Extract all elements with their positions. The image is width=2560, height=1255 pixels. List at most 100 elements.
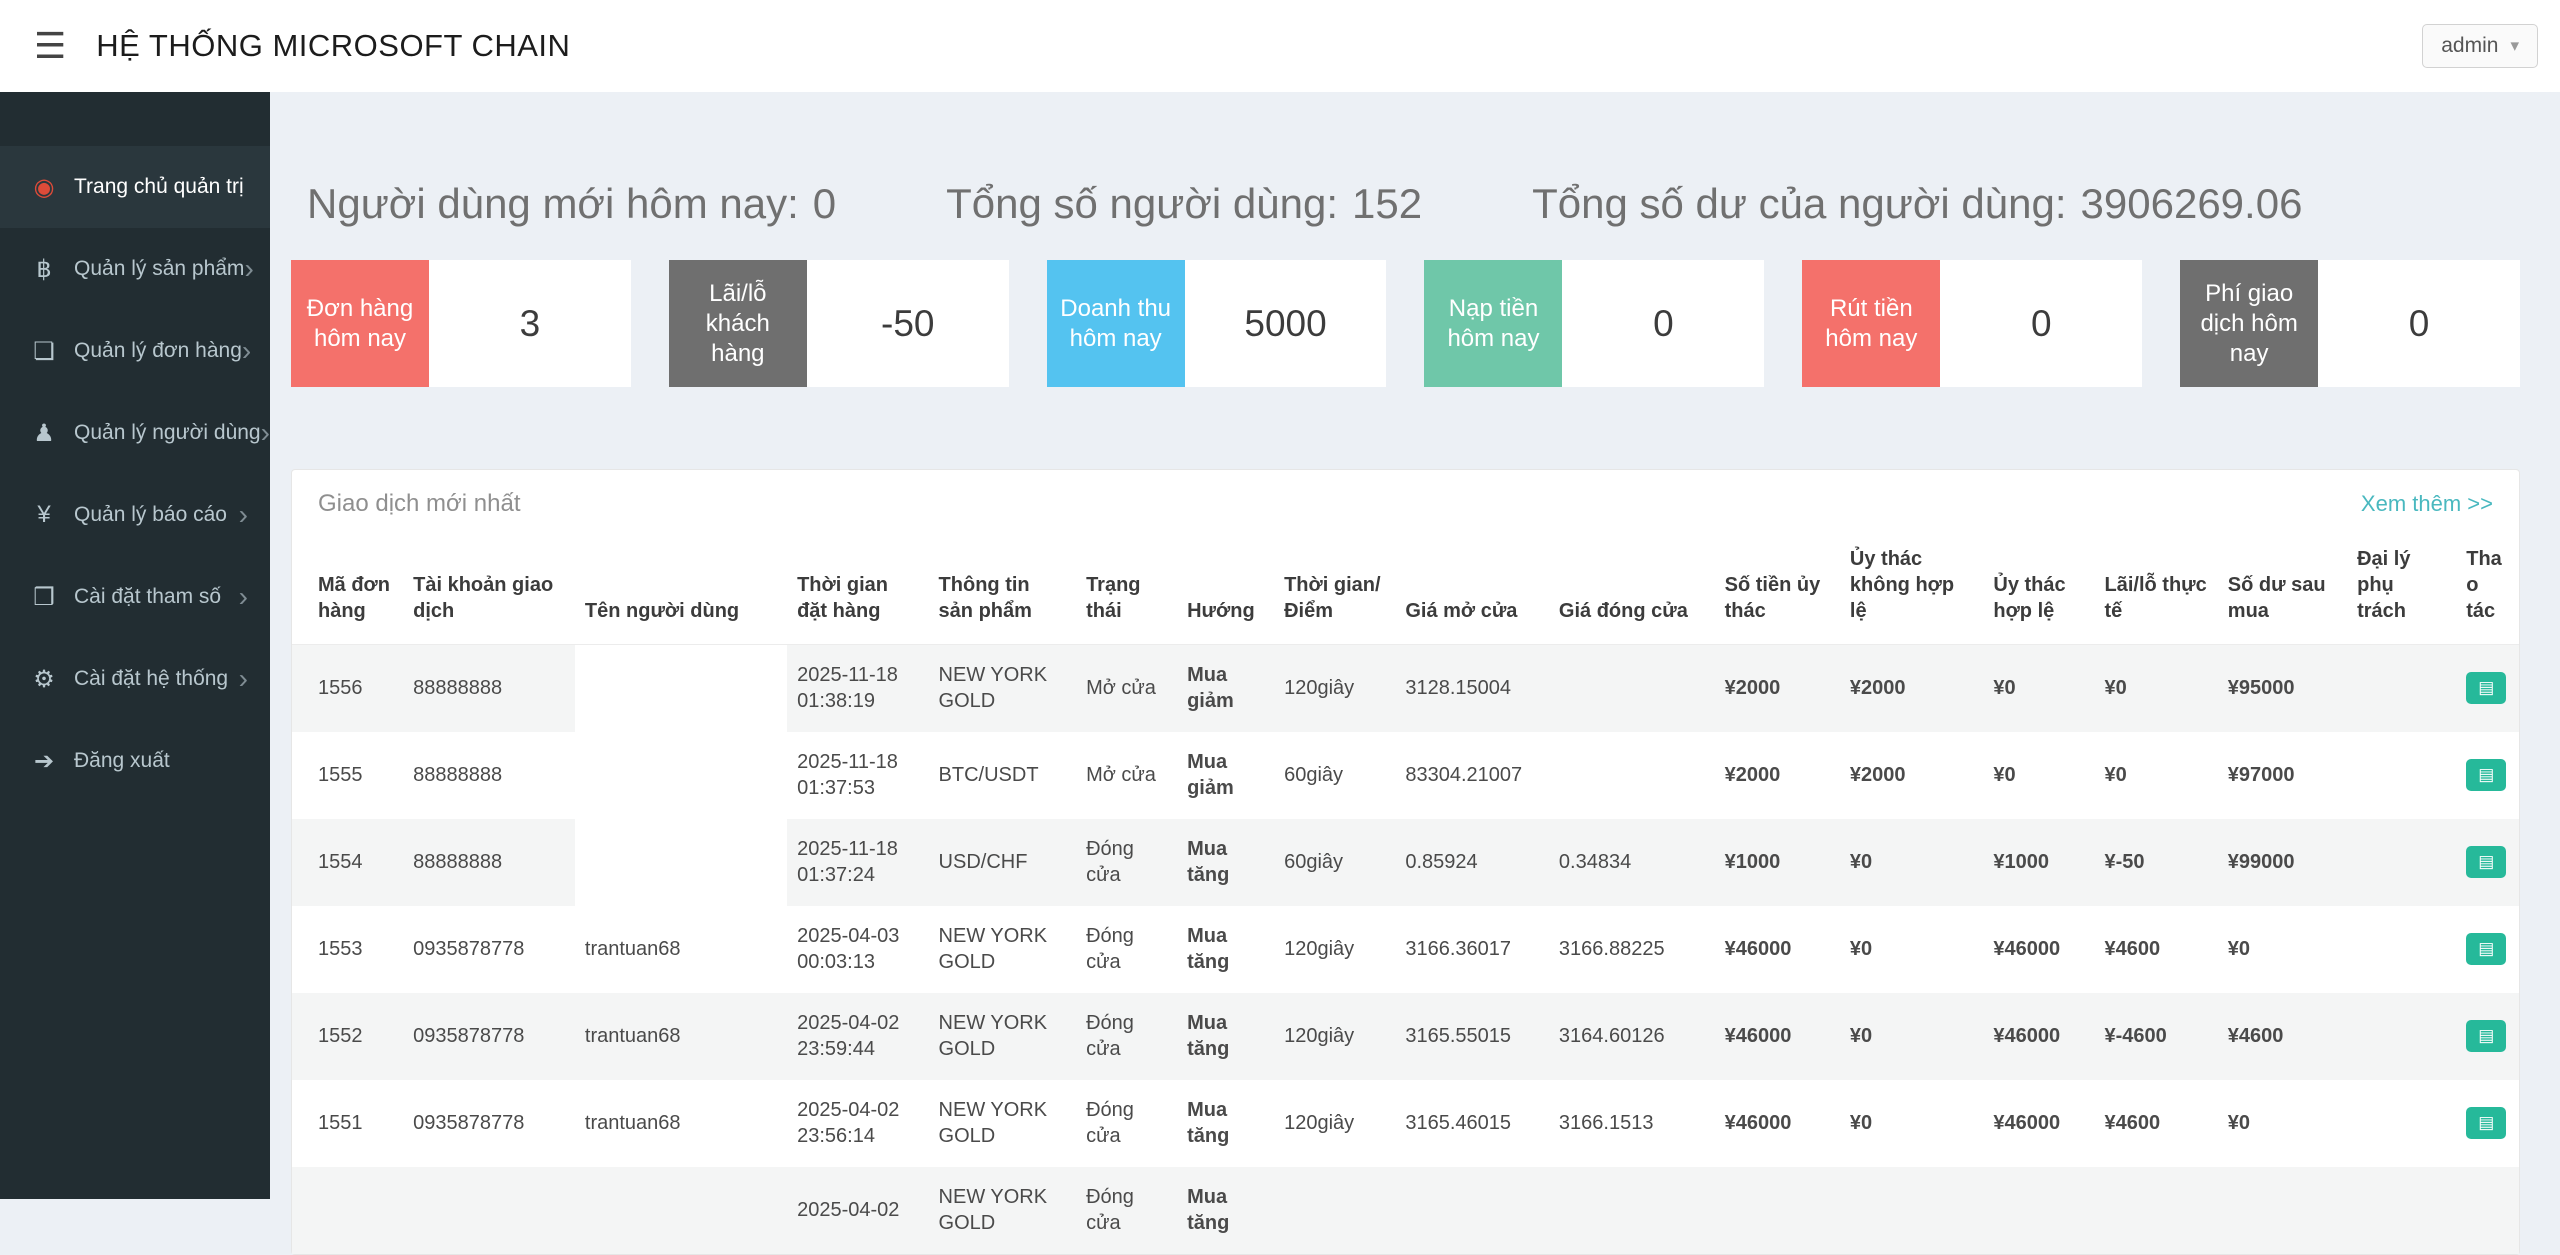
chevron-right-icon: › (239, 501, 248, 529)
sidebar-item-products[interactable]: ฿Quản lý sản phẩm› (0, 228, 270, 310)
view-order-button[interactable]: ▤ (2466, 1020, 2506, 1052)
cell-agent (2347, 906, 2456, 993)
transaction-row: 1555888888882025-11-18 01:37:53BTC/USDTM… (292, 732, 2519, 819)
cell-actions: ▤ (2456, 645, 2519, 732)
dashboard-icon: ◉ (26, 173, 62, 202)
sidebar-item-label: Trang chủ quản trị (74, 175, 244, 199)
stat-card-value: -50 (807, 260, 1009, 387)
sidebar-item-reports[interactable]: ¥Quản lý báo cáo› (0, 474, 270, 556)
cell-entrusted_invalid (1840, 1167, 1983, 1254)
cell-entrusted_valid: ¥46000 (1983, 906, 2094, 993)
cell-entrusted_valid: ¥46000 (1983, 1080, 2094, 1167)
column-header: Số dư sau mua (2218, 534, 2347, 645)
cell-entrusted_invalid: ¥0 (1840, 1080, 1983, 1167)
stat-card-value: 3 (429, 260, 631, 387)
cell-username (575, 1167, 787, 1254)
view-order-button[interactable]: ▤ (2466, 846, 2506, 878)
app-title: HỆ THỐNG MICROSOFT CHAIN (96, 28, 570, 64)
cell-direction: Mua giảm (1177, 732, 1274, 819)
cell-balance_after: ¥95000 (2218, 645, 2347, 732)
cell-open_price: 3128.15004 (1395, 645, 1549, 732)
cell-status: Đóng cửa (1076, 1167, 1177, 1254)
cell-entrusted_valid (1983, 1167, 2094, 1254)
stat-card-value: 0 (1940, 260, 2142, 387)
cell-entrusted: ¥46000 (1715, 993, 1840, 1080)
cell-entrusted_invalid: ¥0 (1840, 819, 1983, 906)
sidebar-item-users[interactable]: ♟Quản lý người dùng› (0, 392, 270, 474)
sidebar-item-label: Quản lý đơn hàng (74, 339, 242, 363)
sidebar-item-label: Cài đặt tham số (74, 585, 221, 609)
stat-card: Đơn hàng hôm nay3 (291, 260, 631, 387)
cell-status: Đóng cửa (1076, 993, 1177, 1080)
cell-time: 2025-11-18 01:37:24 (787, 819, 928, 906)
view-order-button[interactable]: ▤ (2466, 933, 2506, 965)
cell-order_id: 1554 (292, 819, 403, 906)
cell-agent (2347, 1167, 2456, 1254)
cell-close_price (1549, 1167, 1715, 1254)
stat-card-label: Đơn hàng hôm nay (291, 260, 429, 387)
cell-time: 2025-04-02 (787, 1167, 928, 1254)
column-header: Thời gian đặt hàng (787, 534, 928, 645)
column-header: Trạng thái (1076, 534, 1177, 645)
sidebar-item-logout[interactable]: ➔Đăng xuất (0, 720, 270, 802)
summary-stat: Người dùng mới hôm nay:0 (307, 180, 836, 228)
cell-product: BTC/USDT (929, 732, 1077, 819)
menu-toggle-icon[interactable]: ☰ (34, 25, 66, 67)
cell-close_price: 3166.1513 (1549, 1080, 1715, 1167)
cell-account: 88888888 (403, 645, 575, 732)
stat-card-label: Lãi/lỗ khách hàng (669, 260, 807, 387)
transaction-row: 15520935878778trantuan682025-04-02 23:59… (292, 993, 2519, 1080)
cell-actions: ▤ (2456, 993, 2519, 1080)
cell-close_price (1549, 645, 1715, 732)
cell-order_id: 1555 (292, 732, 403, 819)
sidebar-item-label: Quản lý người dùng (74, 421, 261, 445)
sidebar-item-orders[interactable]: ❏Quản lý đơn hàng› (0, 310, 270, 392)
cell-open_price: 3165.46015 (1395, 1080, 1549, 1167)
cell-entrusted_valid: ¥0 (1983, 732, 2094, 819)
cell-time: 2025-11-18 01:37:53 (787, 732, 928, 819)
cell-username (575, 819, 787, 906)
cell-entrusted_valid: ¥46000 (1983, 993, 2094, 1080)
panel-title: Giao dịch mới nhất (318, 490, 521, 518)
stat-card-label: Doanh thu hôm nay (1047, 260, 1185, 387)
cell-duration: 120giây (1274, 1080, 1395, 1167)
cell-product: NEW YORK GOLD (929, 1167, 1077, 1254)
cell-order_id: 1556 (292, 645, 403, 732)
cell-close_price (1549, 732, 1715, 819)
stat-card: Rút tiền hôm nay0 (1802, 260, 2142, 387)
cell-order_id: 1551 (292, 1080, 403, 1167)
sidebar-item-system[interactable]: ⚙Cài đặt hệ thống› (0, 638, 270, 720)
column-header: Lãi/lỗ thực tế (2095, 534, 2218, 645)
view-order-button[interactable]: ▤ (2466, 1107, 2506, 1139)
cell-username: trantuan68 (575, 1080, 787, 1167)
column-header: Tài khoản giao dịch (403, 534, 575, 645)
orders-icon: ❏ (26, 337, 62, 366)
cell-open_price: 3165.55015 (1395, 993, 1549, 1080)
cell-duration: 60giây (1274, 732, 1395, 819)
column-header: Ủy thác không hợp lệ (1840, 534, 1983, 645)
view-more-link[interactable]: Xem thêm >> (2361, 491, 2493, 517)
top-header: ☰ HỆ THỐNG MICROSOFT CHAIN admin ▾ (0, 0, 2560, 92)
user-menu[interactable]: admin ▾ (2422, 24, 2538, 68)
user-menu-label: admin (2441, 34, 2498, 58)
cell-direction: Mua tăng (1177, 1167, 1274, 1254)
report-icon: ¥ (26, 501, 62, 529)
cell-profit_loss: ¥-50 (2095, 819, 2218, 906)
sidebar-item-parameters[interactable]: ❒Cài đặt tham số› (0, 556, 270, 638)
view-order-button[interactable]: ▤ (2466, 672, 2506, 704)
cell-time: 2025-04-03 00:03:13 (787, 906, 928, 993)
system-gear-icon: ⚙ (26, 665, 62, 694)
column-header: Giá đóng cửa (1549, 534, 1715, 645)
cell-close_price: 3166.88225 (1549, 906, 1715, 993)
view-order-button[interactable]: ▤ (2466, 759, 2506, 791)
sidebar-item-dashboard[interactable]: ◉ Trang chủ quản trị (0, 146, 270, 228)
cell-product: NEW YORK GOLD (929, 906, 1077, 993)
cell-balance_after: ¥4600 (2218, 993, 2347, 1080)
sidebar-item-label: Đăng xuất (74, 749, 170, 773)
cell-entrusted: ¥2000 (1715, 732, 1840, 819)
cell-direction: Mua tăng (1177, 1080, 1274, 1167)
stat-card: Doanh thu hôm nay5000 (1047, 260, 1387, 387)
cell-profit_loss: ¥4600 (2095, 1080, 2218, 1167)
cell-order_id: 1553 (292, 906, 403, 993)
cell-time: 2025-11-18 01:38:19 (787, 645, 928, 732)
